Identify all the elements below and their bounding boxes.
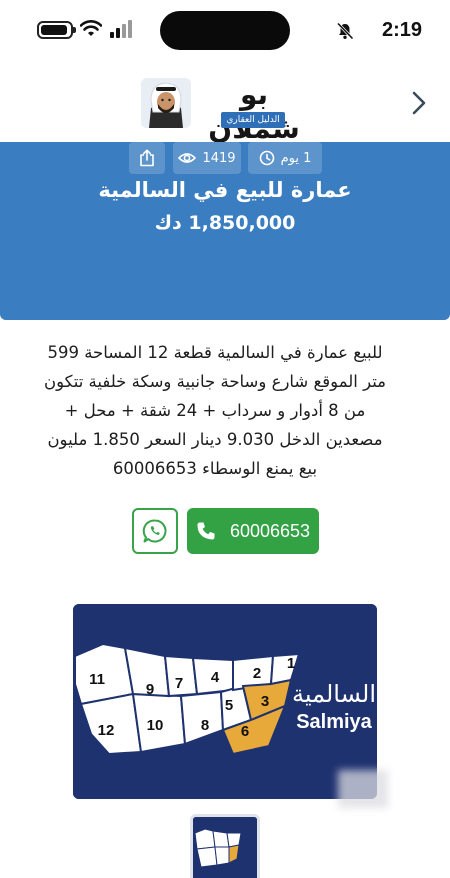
map-number-10: 10 — [147, 717, 164, 734]
eye-icon — [178, 153, 197, 163]
logo-avatar — [141, 78, 191, 128]
listing-title: عمارة للبيع في السالمية — [98, 178, 352, 202]
map-number-9: 9 — [146, 681, 154, 698]
map-number-2: 2 — [253, 665, 261, 682]
blurred-overlay — [338, 770, 388, 808]
status-bar: 2:19 — [0, 0, 450, 62]
clock-time: 2:19 — [381, 19, 422, 41]
map-number-6: 6 — [241, 723, 249, 740]
map-number-5: 5 — [225, 697, 233, 714]
chevron-right-icon[interactable] — [408, 90, 430, 116]
app-header: بو شملان الدليل العقاري — [0, 62, 450, 145]
battery-icon — [37, 21, 76, 39]
map-number-8: 8 — [201, 717, 209, 734]
share-button[interactable] — [129, 142, 165, 174]
thumbnail-map — [193, 817, 257, 878]
phone-number: 60006653 — [229, 520, 311, 541]
signal-icon — [110, 20, 132, 38]
wifi-icon — [80, 20, 102, 36]
listing-description: للبيع عمارة في السالمية قطعة 12 المساحة … — [43, 343, 387, 478]
views-count: 1419 — [202, 150, 236, 166]
map-number-4: 4 — [211, 669, 220, 686]
map-label-english: Salmiya — [296, 711, 372, 733]
image-thumbnail[interactable] — [190, 814, 260, 878]
clock-icon — [259, 150, 274, 166]
map-number-7: 7 — [175, 675, 183, 692]
map-label-arabic: السالمية — [292, 680, 376, 708]
listing-header-card: عمارة للبيع في السالمية 1,850,000 دك 1 ي… — [0, 142, 450, 320]
call-button[interactable]: 60006653 — [187, 508, 319, 554]
posted-time-chip: 1 يوم — [248, 142, 322, 174]
dynamic-island — [160, 11, 290, 50]
listing-price: 1,850,000 دك — [154, 212, 296, 234]
map-number-3: 3 — [261, 693, 269, 710]
logo[interactable]: بو شملان الدليل العقاري — [141, 78, 315, 145]
posted-time-label: 1 يوم — [280, 150, 312, 166]
whatsapp-icon — [142, 519, 167, 543]
phone-icon — [197, 522, 215, 540]
map-number-1: 1 — [287, 655, 295, 672]
whatsapp-button[interactable] — [132, 508, 178, 554]
logo-subtitle: الدليل العقاري — [221, 112, 285, 128]
views-chip: 1419 — [173, 142, 241, 174]
map-number-12: 12 — [98, 722, 115, 739]
map-number-11: 11 — [89, 671, 105, 688]
share-icon — [140, 149, 154, 167]
bell-off-icon — [336, 22, 354, 40]
